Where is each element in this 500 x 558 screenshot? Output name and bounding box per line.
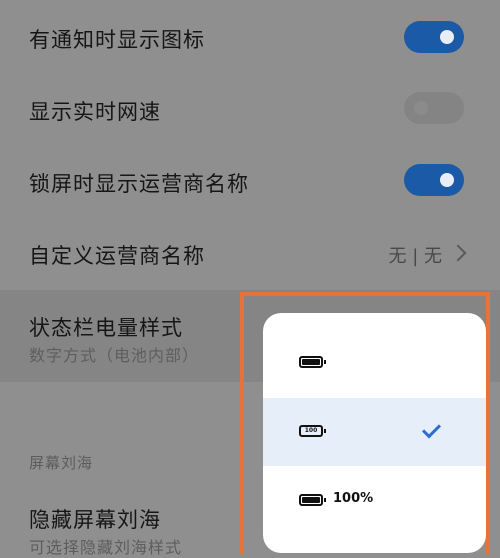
battery-option-icon-only[interactable] (263, 329, 486, 397)
battery-number-inside-icon: 100 (299, 425, 326, 437)
battery-icon (299, 356, 326, 368)
battery-with-percent-icon (299, 494, 326, 506)
setting-label: 有通知时显示图标 (29, 28, 205, 52)
setting-subtitle: 可选择隐藏刘海样式 (29, 538, 183, 557)
battery-option-number-inside[interactable]: 100 (263, 398, 486, 466)
setting-carrier-lockscreen[interactable]: 锁屏时显示运营商名称 (0, 148, 500, 220)
section-header: 屏幕刘海 (29, 454, 94, 472)
toggle-knob (440, 30, 454, 44)
carrier-lockscreen-toggle[interactable] (404, 164, 464, 196)
setting-subtitle: 数字方式（电池内部） (29, 346, 200, 365)
toggle-knob (440, 173, 454, 187)
setting-label: 自定义运营商名称 (29, 244, 205, 268)
battery-percent-text: 100% (333, 491, 374, 506)
setting-label: 显示实时网速 (29, 100, 161, 124)
battery-option-percent[interactable]: 100% (263, 467, 486, 535)
chevron-right-icon (449, 244, 467, 262)
setting-net-speed[interactable]: 显示实时网速 (0, 76, 500, 148)
battery-style-popup: 100 100% (263, 313, 486, 553)
setting-label: 隐藏屏幕刘海 (29, 508, 161, 532)
net-speed-toggle[interactable] (404, 92, 464, 124)
setting-custom-carrier[interactable]: 自定义运营商名称 无 | 无 (0, 220, 500, 288)
setting-label: 状态栏电量样式 (29, 316, 183, 340)
toggle-knob (414, 101, 428, 115)
setting-label: 锁屏时显示运营商名称 (29, 172, 249, 196)
custom-carrier-value: 无 | 无 (388, 246, 442, 267)
check-icon (421, 419, 442, 439)
notification-icons-toggle[interactable] (404, 21, 464, 53)
setting-notification-icons[interactable]: 有通知时显示图标 (0, 0, 500, 76)
